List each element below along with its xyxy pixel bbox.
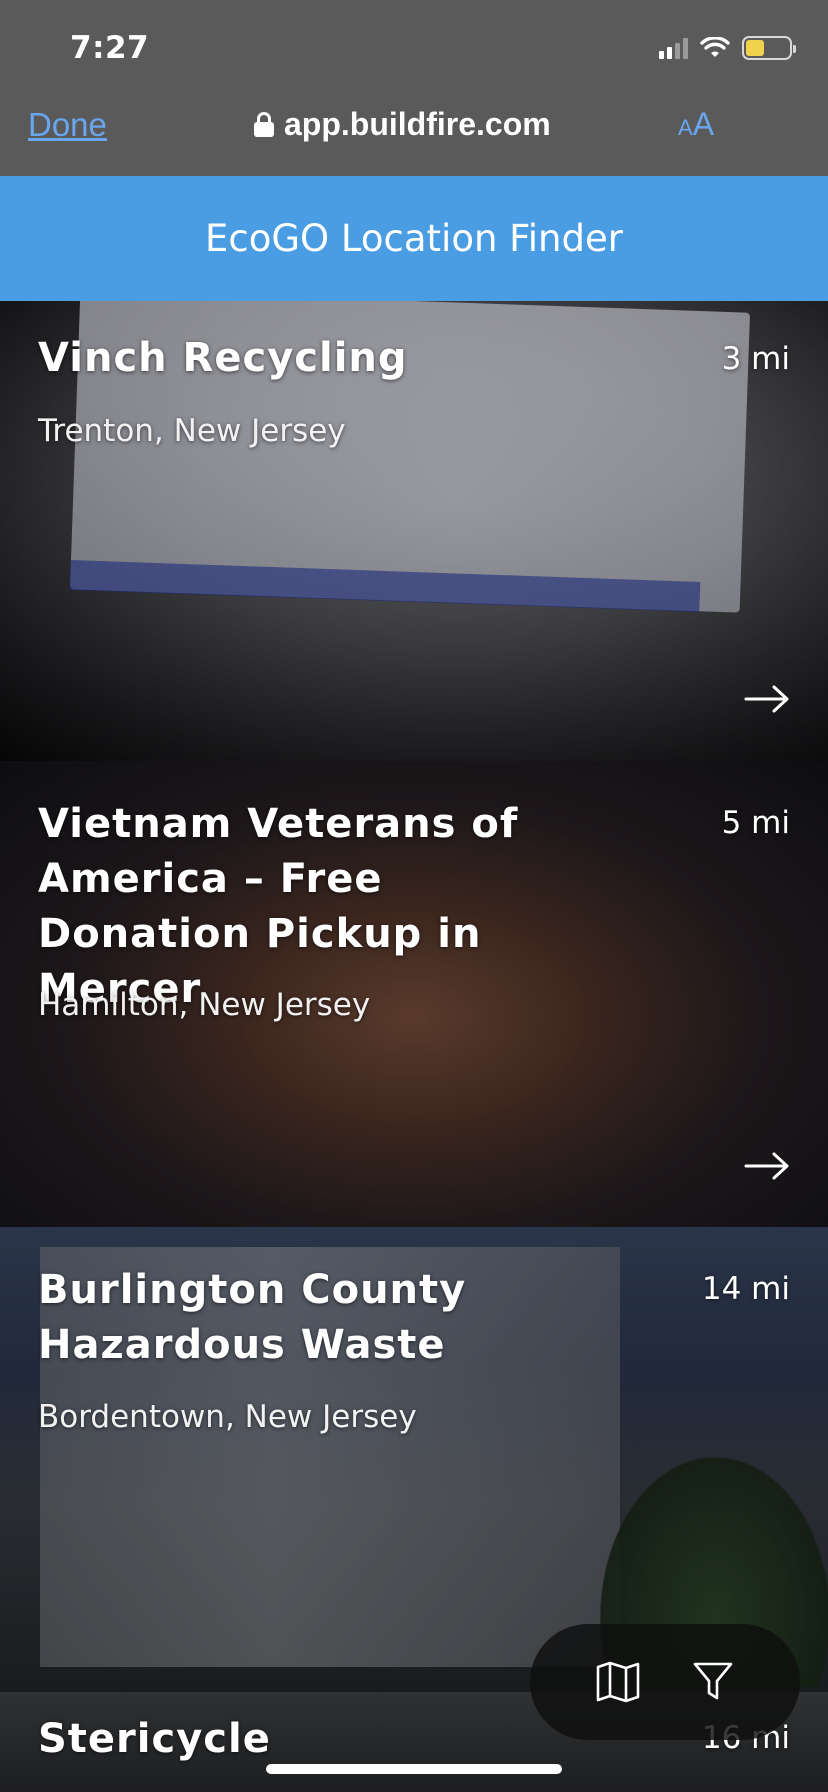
location-distance: 5 mi: [721, 805, 790, 841]
address-bar[interactable]: app.buildfire.com: [254, 106, 551, 143]
app-header: EcoGO Location Finder: [0, 176, 828, 301]
location-distance: 14 mi: [701, 1271, 790, 1307]
map-icon: [596, 1661, 639, 1703]
home-indicator[interactable]: [266, 1764, 562, 1774]
page-title: EcoGO Location Finder: [205, 217, 623, 260]
lock-icon: [254, 111, 274, 138]
status-time: 7:27: [70, 30, 150, 66]
filter-icon: [693, 1662, 732, 1700]
url-text: app.buildfire.com: [284, 106, 551, 142]
map-button[interactable]: [590, 1654, 646, 1710]
location-name: Stericycle: [38, 1716, 271, 1762]
arrow-right-icon[interactable]: [744, 1151, 790, 1181]
location-city: Bordentown, New Jersey: [38, 1399, 417, 1435]
text-size-big: A: [692, 106, 715, 142]
location-city: Hamilton, New Jersey: [38, 987, 371, 1023]
browser-chrome: 7:27 Done app.buildfire.com AA: [0, 0, 828, 176]
done-button[interactable]: Done: [28, 106, 107, 144]
location-name: Burlington County Hazardous Waste: [38, 1267, 467, 1368]
battery-icon: [742, 36, 796, 60]
location-name: Vietnam Veterans of America – Free Donat…: [38, 801, 519, 1012]
cellular-signal-icon: [659, 37, 688, 59]
location-city: Trenton, New Jersey: [38, 413, 346, 449]
battery-level: [746, 40, 765, 56]
wifi-icon: [700, 37, 730, 57]
text-size-button[interactable]: AA: [678, 106, 714, 143]
map-filter-toolbar: [530, 1624, 800, 1740]
status-icons: [659, 36, 796, 60]
text-size-small: A: [678, 115, 693, 140]
location-card[interactable]: Burlington County Hazardous Waste Borden…: [0, 1227, 828, 1692]
location-distance: 3 mi: [721, 341, 790, 377]
arrow-right-icon[interactable]: [744, 684, 790, 714]
location-card[interactable]: Vinch Recycling Trenton, New Jersey 3 mi: [0, 301, 828, 761]
location-name: Vinch Recycling: [38, 335, 408, 381]
filter-button[interactable]: [685, 1654, 741, 1710]
location-card[interactable]: Vietnam Veterans of America – Free Donat…: [0, 761, 828, 1227]
